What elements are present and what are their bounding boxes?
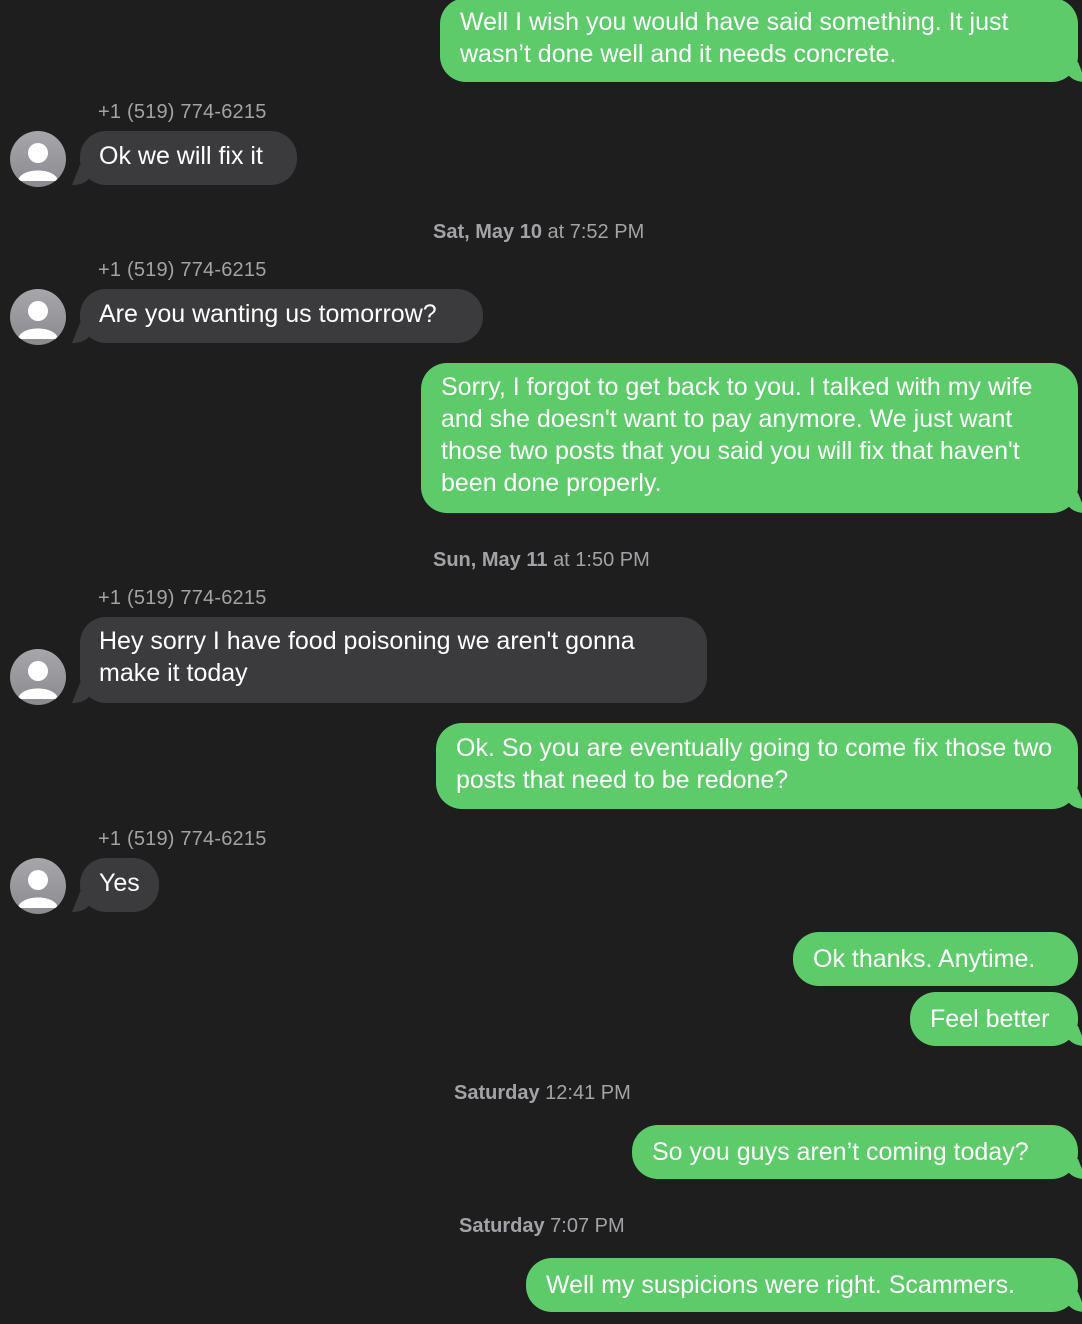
avatar[interactable]	[10, 289, 66, 345]
sender-number: +1 (519) 774-6215	[98, 259, 267, 281]
message-text: Yes	[99, 869, 140, 897]
timestamp-time: at 7:52 PM	[547, 221, 645, 243]
timestamp-time: 7:07 PM	[550, 1215, 625, 1237]
timestamp: Saturday 12:41 PM	[454, 1082, 631, 1105]
person-silhouette-icon	[18, 301, 58, 339]
message-text: Ok we will fix it	[99, 142, 263, 170]
avatar[interactable]	[10, 649, 66, 705]
message-text: Ok thanks. Anytime.	[813, 945, 1036, 973]
sender-number: +1 (519) 774-6215	[98, 101, 267, 123]
timestamp-day: Sun, May 11	[433, 549, 548, 571]
message-thread[interactable]: Well I wish you would have said somethin…	[0, 0, 1082, 1324]
timestamp-time: 12:41 PM	[545, 1082, 631, 1104]
outgoing-message[interactable]: Well I wish you would have said somethin…	[440, 0, 1078, 82]
incoming-message[interactable]: Yes	[80, 858, 159, 912]
outgoing-message[interactable]: Ok thanks. Anytime.	[793, 932, 1078, 986]
timestamp-day: Saturday	[454, 1082, 540, 1104]
message-text: Are you wanting us tomorrow?	[99, 300, 437, 328]
incoming-message[interactable]: Ok we will fix it	[80, 131, 297, 185]
timestamp: Saturday 7:07 PM	[459, 1215, 625, 1238]
timestamp-day: Sat, May 10	[433, 221, 542, 243]
person-silhouette-icon	[18, 870, 58, 908]
sender-number: +1 (519) 774-6215	[98, 587, 267, 609]
message-text: Feel better	[930, 1005, 1050, 1033]
incoming-message[interactable]: Are you wanting us tomorrow?	[80, 289, 483, 343]
message-text: Well my suspicions were right. Scammers.	[546, 1271, 1016, 1299]
message-text: So you guys aren’t coming today?	[652, 1138, 1029, 1166]
incoming-message[interactable]: Hey sorry I have food poisoning we aren'…	[80, 617, 707, 703]
timestamp-time: at 1:50 PM	[553, 549, 650, 571]
outgoing-message[interactable]: Sorry, I forgot to get back to you. I ta…	[421, 363, 1078, 513]
outgoing-message[interactable]: Well my suspicions were right. Scammers.	[526, 1258, 1078, 1312]
message-text: Well I wish you would have said somethin…	[460, 8, 1009, 68]
timestamp: Sat, May 10 at 7:52 PM	[433, 221, 644, 244]
avatar[interactable]	[10, 131, 66, 187]
person-silhouette-icon	[18, 661, 58, 699]
message-text: Hey sorry I have food poisoning we aren'…	[99, 627, 635, 687]
outgoing-message[interactable]: So you guys aren’t coming today?	[632, 1125, 1078, 1179]
avatar[interactable]	[10, 858, 66, 914]
message-text: Ok. So you are eventually going to come …	[456, 734, 1053, 794]
message-text: Sorry, I forgot to get back to you. I ta…	[441, 373, 1033, 497]
timestamp: Sun, May 11 at 1:50 PM	[433, 549, 650, 572]
outgoing-message[interactable]: Feel better	[910, 992, 1078, 1046]
sender-number: +1 (519) 774-6215	[98, 828, 267, 850]
outgoing-message[interactable]: Ok. So you are eventually going to come …	[436, 723, 1078, 809]
timestamp-day: Saturday	[459, 1215, 545, 1237]
person-silhouette-icon	[18, 143, 58, 181]
